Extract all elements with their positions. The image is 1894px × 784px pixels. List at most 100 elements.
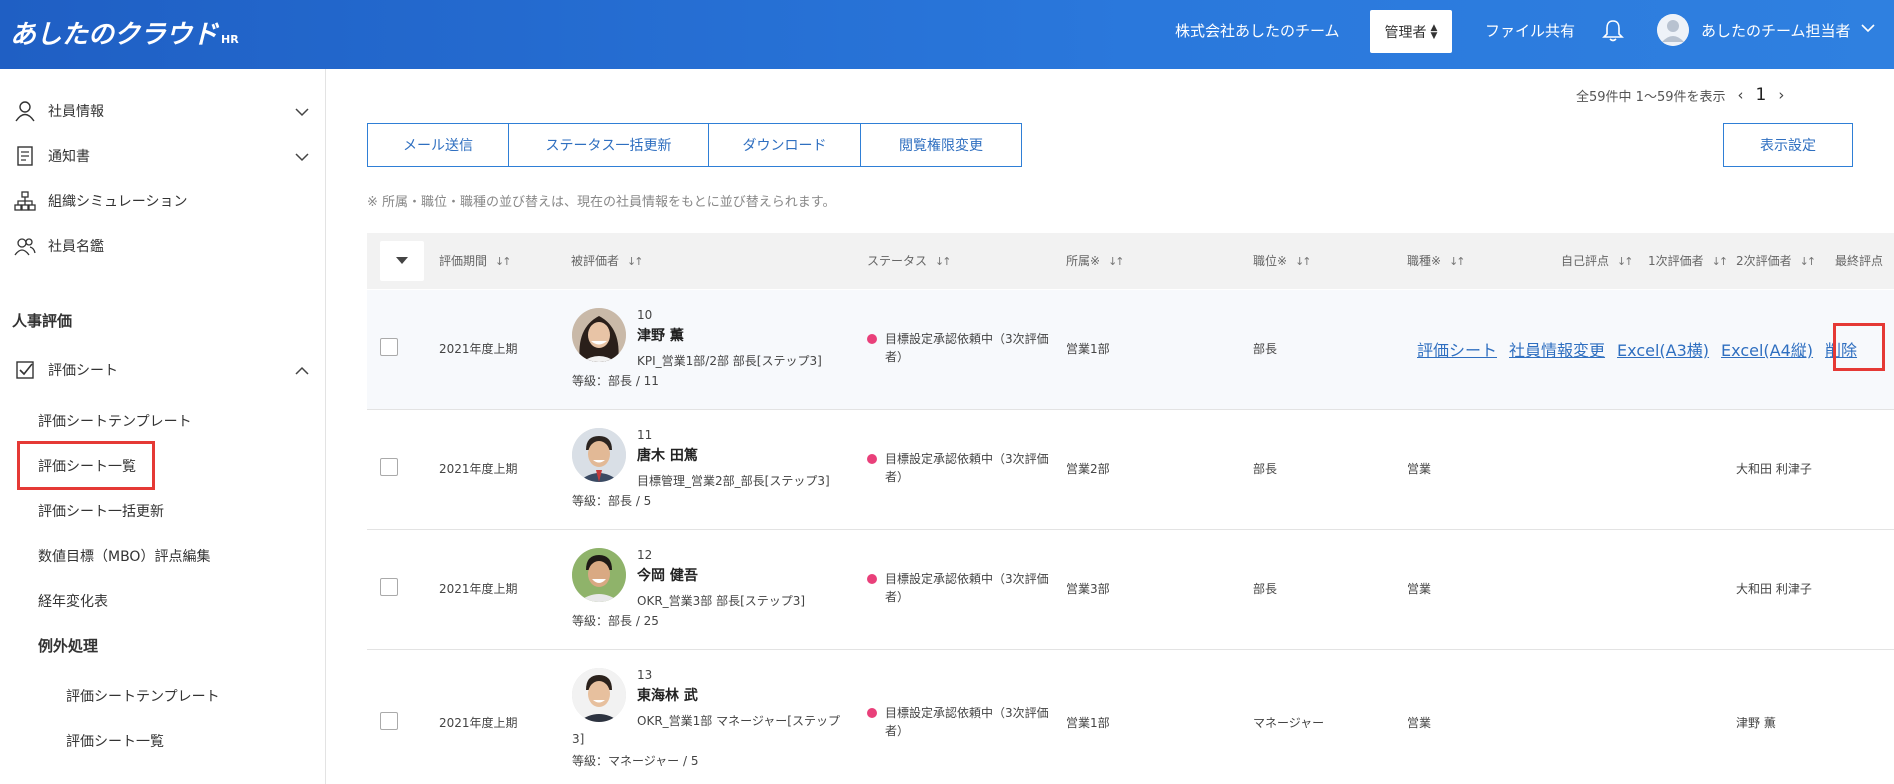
user-avatar[interactable] (1657, 14, 1689, 46)
column-header-evaluator1[interactable]: 1次評価者 ↓↑ (1648, 252, 1729, 269)
cell-dept: 営業1部 (1066, 716, 1110, 730)
sort-icon[interactable]: ↓↑ (1617, 255, 1634, 268)
employee-grade: 等級：部長 / 5 (572, 494, 652, 508)
table-header: 評価期間 ↓↑ 被評価者 ↓↑ ステータス ↓↑ 所属※ ↓↑ 職位※ ↓↑ 職種※ ↓↑ … (367, 233, 1894, 289)
paging-summary: 全59件中 1〜59件を表示 (1576, 89, 1726, 105)
checkbox-check-icon (16, 361, 34, 379)
avatar-photo-icon (572, 668, 626, 722)
row-checkbox[interactable] (380, 712, 398, 730)
sidebar-subitem-yearly-change[interactable]: 経年変化表 (38, 591, 108, 611)
cell-position: マネージャー (1253, 716, 1325, 730)
row-checkbox[interactable] (380, 578, 398, 596)
cell-period: 2021年度上期 (439, 716, 518, 730)
sidebar-item-label: 社員名鑑 (48, 239, 104, 255)
page-number[interactable]: 1 (1756, 85, 1767, 105)
sort-icon[interactable]: ↓↑ (1712, 255, 1729, 268)
employee-photo (572, 308, 626, 362)
column-header-job[interactable]: 職種※ ↓↑ (1407, 252, 1466, 269)
status-label: 目標設定承認依頼中（3次評価者） (867, 330, 1057, 366)
bulk-status-update-button[interactable]: ステータス一括更新 (509, 124, 709, 166)
chevron-down-icon[interactable] (1860, 20, 1876, 36)
sidebar-item-label: 評価シート (48, 363, 118, 379)
sidebar-subitem-template[interactable]: 評価シートテンプレート (38, 411, 192, 431)
sort-icon[interactable]: ↓↑ (935, 255, 952, 268)
table-row[interactable]: 2021年度上期 12 今岡 健吾 OKR_営業3部 部長[ステップ3] 等級：… (367, 530, 1894, 650)
status-label: 目標設定承認依頼中（3次評価者） (867, 704, 1057, 740)
sidebar-exception-template[interactable]: 評価シートテンプレート (66, 686, 220, 706)
sidebar-item-employee-info[interactable]: 社員情報 (14, 96, 104, 126)
user-name[interactable]: あしたのチーム担当者 (1701, 20, 1851, 41)
row-checkbox[interactable] (380, 458, 398, 476)
sort-icon[interactable]: ↓↑ (1108, 255, 1125, 268)
table-row[interactable]: 2021年度上期 10 津野 薫 KPI_営業1部/2部 部長[ステップ3] 等… (367, 290, 1894, 410)
sort-icon[interactable]: ↓↑ (495, 255, 512, 268)
row-checkbox[interactable] (380, 338, 398, 356)
sidebar-subsection-exception: 例外処理 (38, 637, 99, 655)
employee-name: 今岡 健吾 (637, 568, 698, 584)
cell-evaluator2: 大和田 利津子 (1736, 582, 1812, 596)
role-select[interactable]: 管理者 ▲ ▼ (1370, 10, 1452, 53)
sidebar-item-label: 通知書 (48, 149, 90, 165)
chevron-down-icon[interactable] (294, 104, 310, 120)
cell-evaluator2: 大和田 利津子 (1736, 462, 1812, 476)
employee-number: 11 (637, 428, 653, 442)
send-mail-button[interactable]: メール送信 (368, 124, 509, 166)
sort-icon[interactable]: ↓↑ (1449, 255, 1466, 268)
excel-a3-link[interactable]: Excel(A3横) (1617, 337, 1709, 361)
sidebar-subitem-bulk-update[interactable]: 評価シート一括更新 (38, 501, 164, 521)
sort-icon[interactable]: ↓↑ (627, 255, 644, 268)
download-button[interactable]: ダウンロード (709, 124, 861, 166)
cell-period: 2021年度上期 (439, 582, 518, 596)
employee-sheet-desc: 目標管理_営業2部_部長[ステップ3] (637, 474, 830, 488)
edit-employee-link[interactable]: 社員情報変更 (1509, 337, 1605, 361)
change-permission-button[interactable]: 閲覧権限変更 (861, 124, 1021, 166)
sidebar-item-org-simulation[interactable]: 組織シミュレーション (14, 186, 187, 216)
bulk-select-dropdown[interactable] (380, 241, 424, 281)
excel-a4-link[interactable]: Excel(A4縦) (1721, 337, 1813, 361)
sidebar-item-notice[interactable]: 通知書 (14, 141, 90, 171)
employee-number: 10 (637, 308, 653, 322)
status-label: 目標設定承認依頼中（3次評価者） (867, 450, 1057, 486)
cell-position: 部長 (1253, 462, 1278, 476)
sidebar-subitem-mbo-edit[interactable]: 数値目標（MBO）評点編集 (38, 546, 210, 566)
bell-icon[interactable] (1602, 19, 1624, 43)
sidebar-item-label: 社員情報 (48, 104, 104, 120)
column-header-self-score[interactable]: 自己評点 ↓↑ (1561, 252, 1634, 269)
sidebar-item-label: 組織シミュレーション (48, 194, 188, 210)
employee-number: 13 (637, 668, 653, 682)
company-name: 株式会社あしたのチーム (1175, 22, 1340, 40)
chevron-left-icon[interactable]: ‹ (1738, 86, 1744, 104)
column-header-period[interactable]: 評価期間 ↓↑ (439, 252, 512, 269)
status-dot-icon (867, 334, 877, 344)
sidebar-exception-sheet-list[interactable]: 評価シート一覧 (66, 731, 164, 751)
employee-sheet-desc: KPI_営業1部/2部 部長[ステップ3] (637, 354, 822, 368)
app-logo[interactable]: あしたのクラウド HR (10, 14, 239, 51)
people-icon (14, 238, 36, 256)
column-header-final-score[interactable]: 最終評点 (1835, 252, 1883, 269)
sidebar-item-eval-sheet[interactable]: 評価シート (14, 355, 118, 385)
table-row[interactable]: 2021年度上期 11 唐木 田篤 目標管理_営業2部_部長[ステップ3] 等級… (367, 410, 1894, 530)
chevron-down-icon[interactable] (294, 149, 310, 165)
status-dot-icon (867, 708, 877, 718)
chevron-up-icon[interactable] (294, 363, 310, 379)
table-row[interactable]: 2021年度上期 13 東海林 武 OKR_営業1部 マネージャー[ステップ 3… (367, 650, 1894, 784)
column-header-position[interactable]: 職位※ ↓↑ (1253, 252, 1312, 269)
employee-name: 津野 薫 (637, 328, 684, 344)
cell-position: 部長 (1253, 582, 1278, 596)
role-value: 管理者 (1384, 24, 1427, 41)
column-header-evaluator2[interactable]: 2次評価者 ↓↑ (1736, 252, 1817, 269)
file-share-link[interactable]: ファイル共有 (1485, 20, 1575, 41)
sidebar-item-directory[interactable]: 社員名鑑 (14, 231, 104, 261)
column-header-dept[interactable]: 所属※ ↓↑ (1066, 252, 1125, 269)
column-header-evaluatee[interactable]: 被評価者 ↓↑ (571, 252, 644, 269)
sort-icon[interactable]: ↓↑ (1295, 255, 1312, 268)
toolbar-button-group: メール送信 ステータス一括更新 ダウンロード 閲覧権限変更 (367, 123, 1022, 167)
eval-sheet-link[interactable]: 評価シート (1417, 337, 1497, 361)
display-settings-button[interactable]: 表示設定 (1723, 123, 1853, 167)
chevron-right-icon[interactable]: › (1778, 86, 1784, 104)
org-chart-icon (14, 191, 36, 211)
sort-icon[interactable]: ↓↑ (1800, 255, 1817, 268)
cell-job: 営業 (1407, 716, 1432, 730)
column-header-status[interactable]: ステータス ↓↑ (867, 252, 952, 269)
avatar-placeholder-icon (1657, 14, 1689, 46)
